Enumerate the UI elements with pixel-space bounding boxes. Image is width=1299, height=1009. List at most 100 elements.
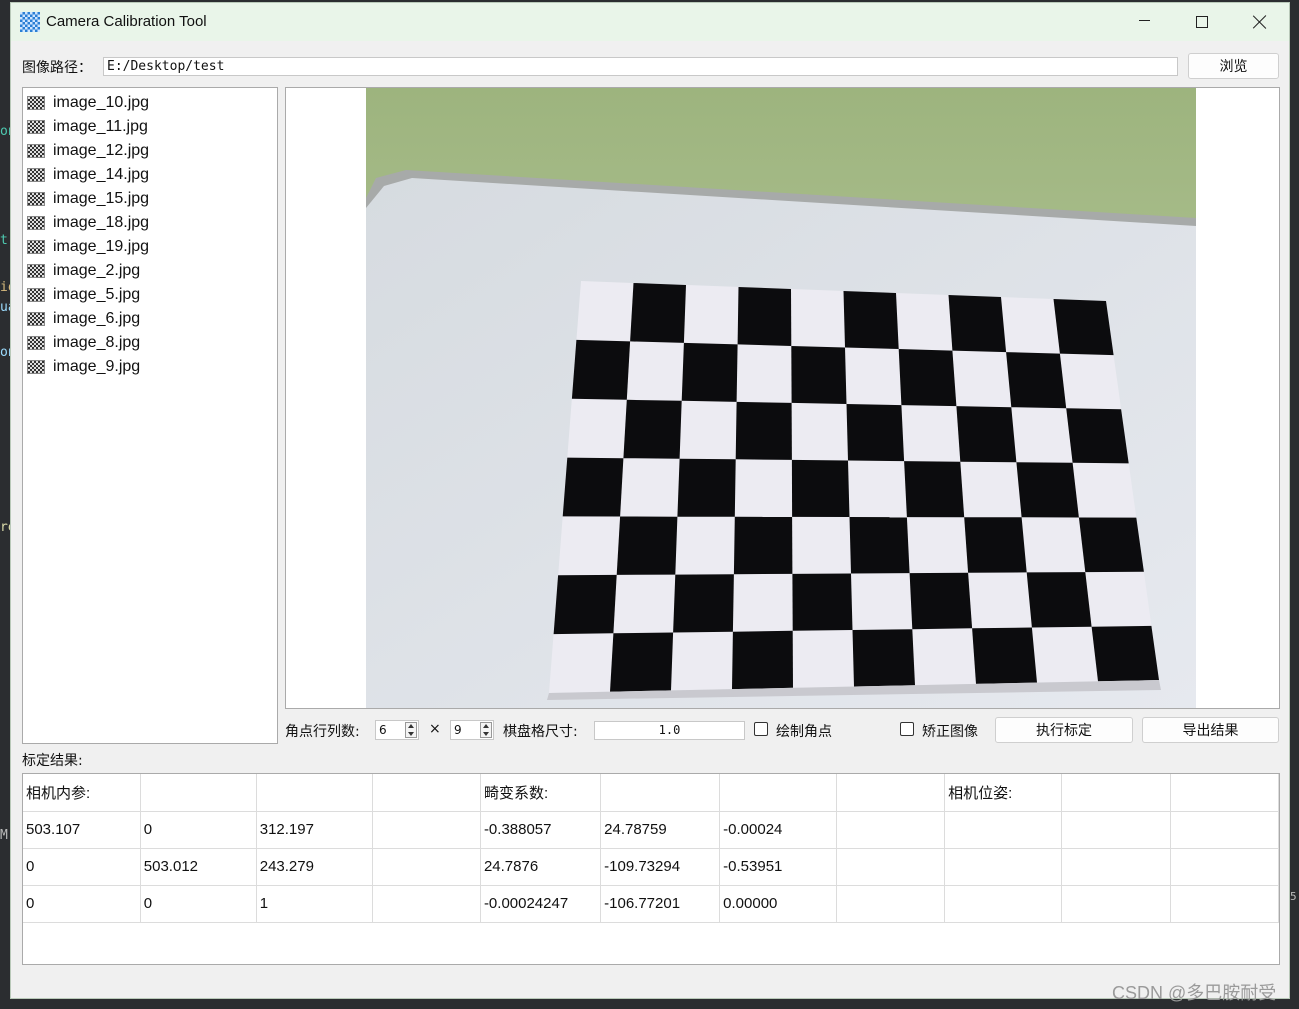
table-row[interactable]: 0 0 1 -0.00024247 -106.77201 0.00000 (23, 884, 1279, 923)
square-size-label: 棋盘格尺寸: (503, 724, 578, 740)
table-cell[interactable]: 0 (23, 884, 141, 923)
table-cell[interactable] (600, 774, 721, 812)
table-cell[interactable]: -0.388057 (479, 810, 602, 849)
undistort-label: 矫正图像 (922, 724, 978, 740)
list-item[interactable]: image_12.jpg (23, 139, 277, 163)
table-cell[interactable] (1169, 847, 1279, 886)
table-cell[interactable] (1061, 774, 1171, 812)
table-cell[interactable] (835, 810, 946, 849)
table-cell[interactable]: 0.00000 (719, 884, 837, 923)
table-cell[interactable]: 312.197 (255, 810, 373, 849)
table-row[interactable]: 相机内参: 畸变系数: 相机位姿: (23, 774, 1279, 812)
table-cell[interactable] (1061, 847, 1171, 886)
checker-square (956, 406, 1017, 463)
checker-square (909, 572, 973, 630)
results-label: 标定结果: (22, 753, 83, 769)
draw-corners-checkbox[interactable] (754, 722, 768, 736)
image-thumbnail-icon (27, 288, 45, 302)
table-cell[interactable]: 24.7876 (479, 847, 602, 886)
table-cell[interactable]: 243.279 (255, 847, 373, 886)
table-cell[interactable] (1061, 810, 1171, 849)
table-cell[interactable]: -0.00024247 (479, 884, 602, 923)
table-cell[interactable]: 1 (255, 884, 373, 923)
maximize-button[interactable] (1173, 3, 1231, 41)
checker-square (571, 339, 631, 400)
table-cell[interactable] (255, 774, 373, 812)
checker-square (1053, 299, 1114, 356)
browse-button[interactable]: 浏览 (1188, 53, 1279, 79)
list-item[interactable]: image_11.jpg (23, 115, 277, 139)
table-cell[interactable] (835, 774, 946, 812)
checkerboard-photo (366, 88, 1196, 708)
table-cell[interactable] (1061, 884, 1171, 923)
table-cell[interactable] (944, 810, 1063, 849)
maximize-icon (1196, 16, 1208, 28)
checker-square (553, 574, 617, 635)
list-item[interactable]: image_10.jpg (23, 91, 277, 115)
table-cell[interactable]: 0 (23, 847, 141, 886)
table-row[interactable]: 0 503.012 243.279 24.7876 -109.73294 -0.53951 (23, 847, 1279, 886)
table-cell[interactable]: -0.53951 (719, 847, 837, 886)
minimize-button[interactable] (1115, 3, 1173, 41)
undistort-checkbox[interactable] (900, 722, 914, 736)
table-cell[interactable] (1169, 774, 1279, 812)
table-cell[interactable] (371, 884, 481, 923)
table-cell[interactable]: -106.77201 (600, 884, 721, 923)
list-item[interactable]: image_19.jpg (23, 235, 277, 259)
table-cell[interactable]: 0 (139, 884, 257, 923)
spin-arrows-icon[interactable] (405, 722, 417, 738)
table-cell[interactable]: -109.73294 (600, 847, 721, 886)
close-button[interactable] (1231, 3, 1289, 41)
list-item[interactable]: image_9.jpg (23, 355, 277, 379)
table-cell[interactable] (944, 847, 1063, 886)
table-cell[interactable] (371, 810, 481, 849)
table-row[interactable]: 503.107 0 312.197 -0.388057 24.78759 -0.00024 (23, 810, 1279, 849)
draw-corners-label: 绘制角点 (776, 724, 832, 740)
checker-square (791, 346, 847, 404)
list-item[interactable]: image_14.jpg (23, 163, 277, 187)
table-cell[interactable]: 503.012 (139, 847, 257, 886)
checker-square (898, 349, 957, 407)
image-thumbnail-icon (27, 96, 45, 110)
list-item[interactable]: image_5.jpg (23, 283, 277, 307)
list-item[interactable]: image_15.jpg (23, 187, 277, 211)
image-thumbnail-icon (27, 192, 45, 206)
table-cell[interactable] (371, 774, 481, 812)
table-cell[interactable]: 24.78759 (600, 810, 721, 849)
table-cell[interactable] (835, 884, 946, 923)
table-cell[interactable]: 503.107 (23, 810, 141, 849)
table-cell[interactable]: 相机位姿: (944, 774, 1063, 812)
image-thumbnail-icon (27, 168, 45, 182)
list-item[interactable]: image_18.jpg (23, 211, 277, 235)
export-results-button[interactable]: 导出结果 (1142, 717, 1279, 743)
checker-square (562, 457, 624, 517)
rows-spinbox[interactable]: 6 (375, 720, 419, 740)
checker-square (1091, 625, 1159, 682)
table-cell[interactable] (719, 774, 837, 812)
run-calibration-button[interactable]: 执行标定 (995, 717, 1133, 743)
list-item[interactable]: image_8.jpg (23, 331, 277, 355)
table-cell[interactable] (371, 847, 481, 886)
minimize-icon (1138, 19, 1150, 21)
list-item[interactable]: image_6.jpg (23, 307, 277, 331)
results-table[interactable]: 相机内参: 畸变系数: 相机位姿: 503.107 0 312.197 -0.388057 2… (22, 773, 1280, 965)
table-cell[interactable]: -0.00024 (719, 810, 837, 849)
spin-arrows-icon[interactable] (480, 722, 492, 738)
file-name: image_18.jpg (53, 214, 150, 231)
image-file-list[interactable]: image_10.jpg image_11.jpg image_12.jpg i… (22, 87, 278, 744)
cols-spinbox[interactable]: 9 (450, 720, 494, 740)
table-cell[interactable] (835, 847, 946, 886)
square-size-input[interactable]: 1.0 (594, 721, 745, 740)
table-cell[interactable] (944, 884, 1063, 923)
image-path-input[interactable]: E:/Desktop/test (103, 57, 1178, 76)
checker-square (972, 627, 1037, 684)
table-cell[interactable]: 0 (139, 810, 257, 849)
table-cell[interactable]: 畸变系数: (479, 774, 602, 812)
checker-square (904, 461, 965, 518)
table-cell[interactable]: 相机内参: (23, 774, 141, 812)
table-cell[interactable] (139, 774, 257, 812)
table-cell[interactable] (1169, 810, 1279, 849)
table-cell[interactable] (1169, 884, 1279, 923)
title-bar[interactable]: Camera Calibration Tool (11, 3, 1289, 41)
list-item[interactable]: image_2.jpg (23, 259, 277, 283)
